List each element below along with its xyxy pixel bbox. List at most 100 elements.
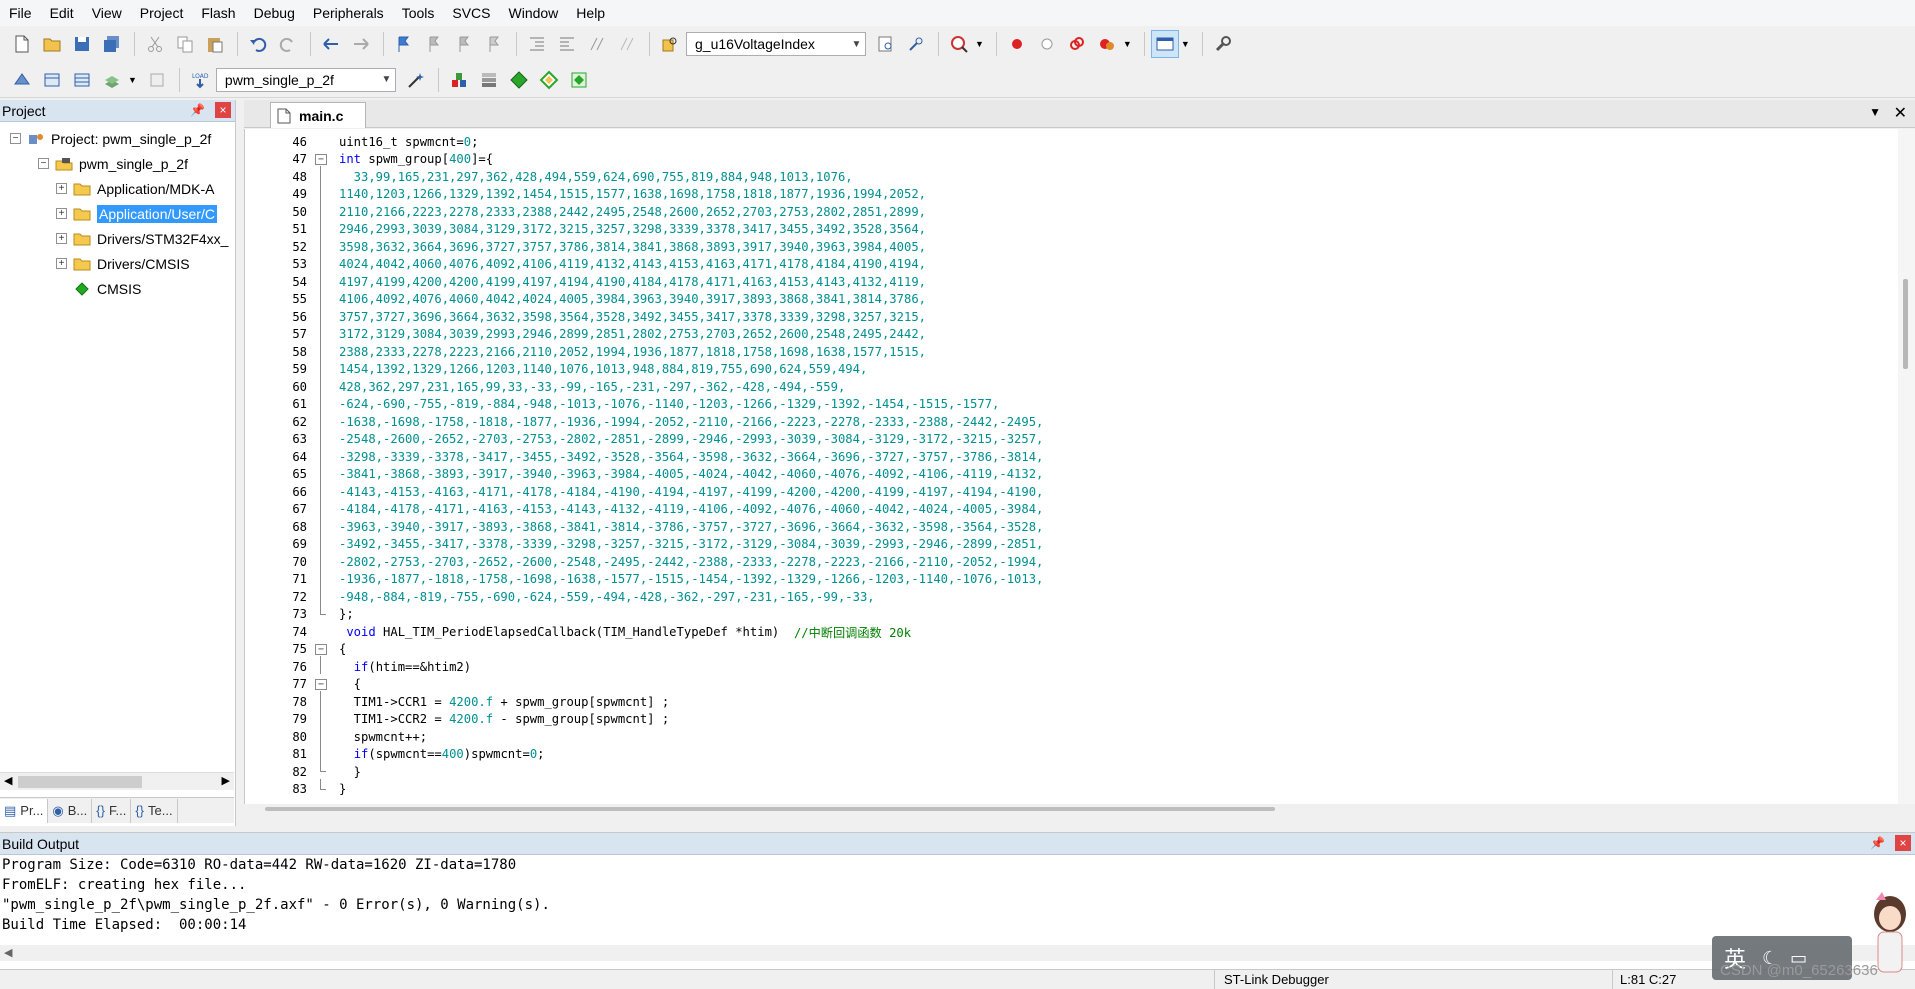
- tree-horizontal-scrollbar[interactable]: ◀ ▶: [0, 772, 234, 790]
- tree-item[interactable]: − Project: pwm_single_p_2f: [0, 126, 235, 151]
- code-line[interactable]: 76 if (htim==&htim2): [245, 656, 1895, 676]
- code-line[interactable]: 48 33,99,165,231,297,362,428,494,559,624…: [245, 166, 1895, 186]
- manage-components-icon[interactable]: [475, 66, 503, 94]
- scroll-left-icon[interactable]: ◀: [4, 946, 12, 959]
- scrollbar-thumb[interactable]: [1903, 279, 1908, 369]
- download-load-icon[interactable]: LOAD: [186, 66, 214, 94]
- code-line[interactable]: 46 uint16_t spwmcnt= 0;: [245, 133, 1895, 151]
- target-combo[interactable]: pwm_single_p_2f ▼: [215, 67, 396, 92]
- file-extensions-icon[interactable]: [445, 66, 473, 94]
- pin-icon[interactable]: 📌: [1870, 836, 1885, 850]
- uncomment-icon[interactable]: [613, 30, 641, 58]
- code-line[interactable]: 63 -2548,-2600,-2652,-2703,-2753,-2802,-2…: [245, 428, 1895, 449]
- bookmark-prev-icon[interactable]: [420, 30, 448, 58]
- code-line[interactable]: 50 2110,2166,2223,2278,2333,2388,2442,249…: [245, 201, 1895, 221]
- find-combo[interactable]: g_u16VoltageIndex ▼: [686, 32, 866, 56]
- code-line[interactable]: 55 4106,4092,4076,4060,4042,4024,4005,398…: [245, 288, 1895, 309]
- chevron-down-icon[interactable]: ▼: [1123, 39, 1132, 49]
- stop-build-icon[interactable]: [143, 66, 171, 94]
- books-tab[interactable]: ◉ B...: [48, 798, 93, 823]
- redo-icon[interactable]: [274, 30, 302, 58]
- breakpoint-disable-icon[interactable]: [1033, 30, 1061, 58]
- tree-item[interactable]: + Drivers/CMSIS: [0, 251, 235, 276]
- find-icon[interactable]: [872, 30, 900, 58]
- code-line[interactable]: 60 428,362,297,231,165,99,33,-33,-99,-165…: [245, 376, 1895, 396]
- debug-zoom-icon[interactable]: [945, 30, 973, 58]
- code-line[interactable]: 70 -2802,-2753,-2703,-2652,-2600,-2548,-2…: [245, 551, 1895, 571]
- bookmark-next-icon[interactable]: [450, 30, 478, 58]
- templates-tab[interactable]: {} Te...: [131, 798, 178, 823]
- code-line[interactable]: 83}: [245, 778, 1895, 799]
- code-line[interactable]: 49 1140,1203,1266,1329,1392,1454,1515,157…: [245, 183, 1895, 204]
- code-line[interactable]: 75−{: [245, 641, 1895, 659]
- chevron-down-icon[interactable]: ▼: [376, 68, 395, 91]
- tab-list-dropdown-icon[interactable]: ▼: [1869, 105, 1881, 119]
- tree-item[interactable]: − pwm_single_p_2f: [0, 151, 235, 176]
- code-line[interactable]: 56 3757,3727,3696,3664,3632,3598,3564,352…: [245, 306, 1895, 326]
- expand-icon[interactable]: +: [56, 258, 67, 269]
- nav-back-icon[interactable]: [317, 30, 345, 58]
- code-line[interactable]: 71 -1936,-1877,-1818,-1758,-1698,-1638,-1…: [245, 568, 1895, 589]
- code-line[interactable]: 82 }: [245, 761, 1895, 781]
- code-line[interactable]: 52 3598,3632,3664,3696,3727,3757,3786,381…: [245, 236, 1895, 256]
- unindent-icon[interactable]: [553, 30, 581, 58]
- menu-debug[interactable]: Debug: [245, 0, 304, 26]
- code-line[interactable]: 79 TIM1->CCR2 = 4200.f - spwm_group[spwm…: [245, 708, 1895, 729]
- code-line[interactable]: 53 4024,4042,4060,4076,4092,4106,4119,413…: [245, 253, 1895, 274]
- code-line[interactable]: 81 if (spwmcnt== 400)spwmcnt= 0;: [245, 743, 1895, 764]
- scroll-left-icon[interactable]: ◀: [4, 774, 12, 787]
- chevron-down-icon[interactable]: ▼: [1181, 39, 1190, 49]
- chevron-down-icon[interactable]: ▼: [847, 33, 865, 55]
- scrollbar-thumb[interactable]: [18, 776, 142, 788]
- breakpoint-multi-icon[interactable]: [1093, 30, 1121, 58]
- code-line[interactable]: 62 -1638,-1698,-1758,-1818,-1877,-1936,-1…: [245, 411, 1895, 431]
- tab-main-c[interactable]: main.c: [270, 102, 366, 128]
- menu-view[interactable]: View: [83, 0, 131, 26]
- breakpoint-insert-icon[interactable]: [1003, 30, 1031, 58]
- translate-icon[interactable]: [8, 66, 36, 94]
- save-all-icon[interactable]: [98, 30, 126, 58]
- code-line[interactable]: 51 2946,2993,3039,3084,3129,3172,3215,325…: [245, 218, 1895, 239]
- code-line[interactable]: 68 -3963,-3940,-3917,-3893,-3868,-3841,-3…: [245, 516, 1895, 536]
- code-line[interactable]: 47− int spwm_group[400]={: [245, 151, 1895, 169]
- close-icon[interactable]: ×: [1895, 835, 1911, 851]
- bookmark-icon[interactable]: [390, 30, 418, 58]
- tree-item[interactable]: + Application/MDK-A: [0, 176, 235, 201]
- scroll-right-icon[interactable]: ▶: [222, 774, 230, 787]
- options-for-target-icon[interactable]: [402, 66, 430, 94]
- functions-tab[interactable]: {} F...: [92, 798, 132, 823]
- menu-peripherals[interactable]: Peripherals: [304, 0, 393, 26]
- menu-project[interactable]: Project: [131, 0, 193, 26]
- menu-svcs[interactable]: SVCS: [443, 0, 499, 26]
- project-tab[interactable]: ▤ Pr...: [0, 798, 49, 823]
- tree-item[interactable]: CMSIS: [0, 276, 235, 301]
- find-in-files-icon[interactable]: [656, 30, 684, 58]
- menu-edit[interactable]: Edit: [41, 0, 83, 26]
- code-line[interactable]: 73};: [245, 603, 1895, 624]
- menu-file[interactable]: File: [0, 0, 41, 26]
- incremental-find-icon[interactable]: [902, 30, 930, 58]
- code-line[interactable]: 58 2388,2333,2278,2223,2166,2110,2052,199…: [245, 341, 1895, 361]
- collapse-icon[interactable]: −: [10, 133, 21, 144]
- code-line[interactable]: 78 TIM1->CCR1 = 4200.f + spwm_group[spwm…: [245, 691, 1895, 711]
- code-line[interactable]: 66 -4143,-4153,-4163,-4171,-4178,-4184,-4…: [245, 481, 1895, 501]
- build-output-scrollbar[interactable]: ◀: [0, 945, 1915, 961]
- menu-tools[interactable]: Tools: [393, 0, 444, 26]
- window-layout-icon[interactable]: [1150, 30, 1179, 58]
- code-line[interactable]: 59 1454,1392,1329,1266,1203,1140,1076,101…: [245, 358, 1895, 379]
- code-line[interactable]: 65 -3841,-3868,-3893,-3917,-3940,-3963,-3…: [245, 463, 1895, 484]
- close-editor-icon[interactable]: ✕: [1894, 103, 1907, 123]
- code-line[interactable]: 80 spwmcnt++;: [245, 726, 1895, 746]
- expand-icon[interactable]: +: [56, 233, 67, 244]
- pack-installer-icon[interactable]: [535, 66, 563, 94]
- new-file-icon[interactable]: [8, 30, 36, 58]
- code-line[interactable]: 72 -948,-884,-819,-755,-690,-624,-559,-49…: [245, 586, 1895, 606]
- build-output-text[interactable]: Program Size: Code=6310 RO-data=442 RW-d…: [0, 855, 1915, 935]
- batch-build-icon[interactable]: [98, 66, 126, 94]
- breakpoint-kill-icon[interactable]: [1063, 30, 1091, 58]
- expand-icon[interactable]: +: [56, 208, 67, 219]
- build-icon[interactable]: [38, 66, 66, 94]
- open-file-icon[interactable]: [38, 30, 66, 58]
- paste-icon[interactable]: [201, 30, 229, 58]
- editor-vertical-scrollbar[interactable]: [1898, 129, 1915, 804]
